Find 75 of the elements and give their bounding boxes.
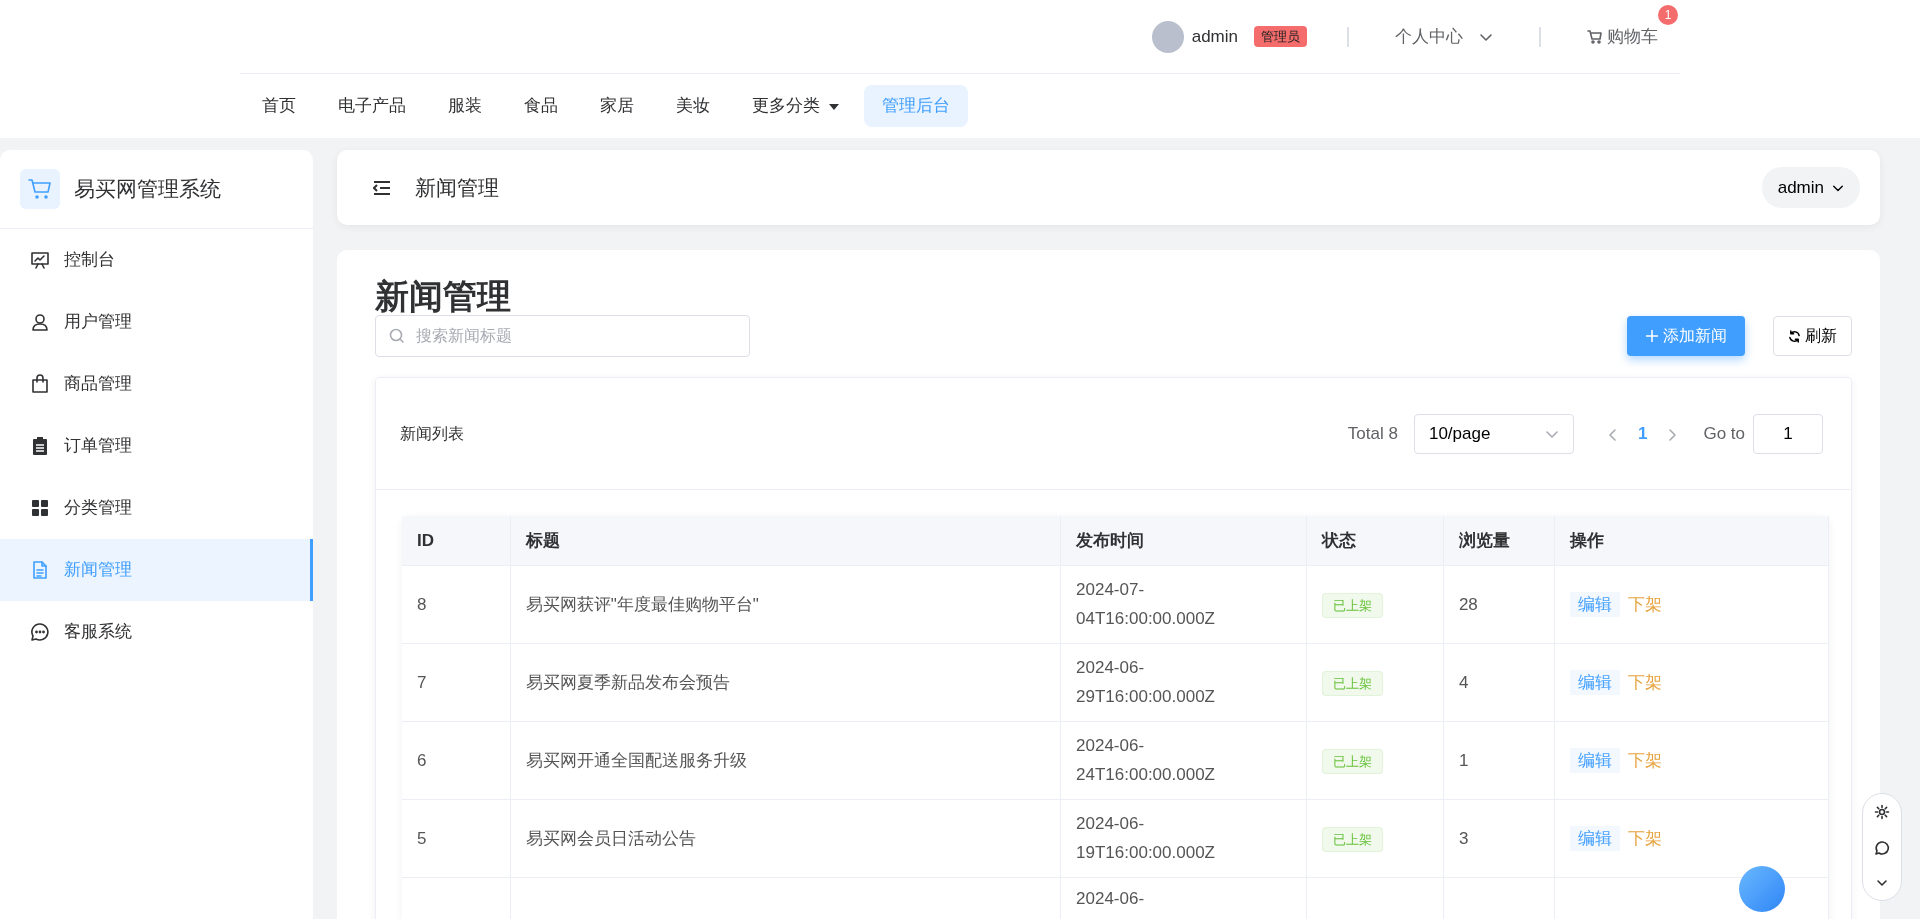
avatar — [1151, 20, 1184, 53]
sidebar-item[interactable]: 商品管理 — [0, 353, 313, 415]
table-cell: 5 — [417, 828, 427, 848]
refresh-button[interactable]: 刷新 — [1773, 316, 1852, 357]
sidebar-item[interactable]: 客服系统 — [0, 601, 313, 663]
user-dropdown[interactable]: admin — [1761, 166, 1860, 209]
page-title: 新闻管理 — [375, 278, 512, 316]
chat-bubble-icon[interactable] — [1874, 840, 1890, 856]
header-title: 新闻管理 — [415, 174, 499, 201]
nav-link[interactable]: 电子产品 — [320, 85, 424, 127]
nav-link[interactable]: 美妆 — [658, 85, 728, 127]
table-cell: 28 — [1458, 594, 1478, 614]
goto-label: Go to — [1703, 423, 1745, 446]
app-title: 易买网管理系统 — [74, 176, 221, 203]
total-count: Total 8 — [1347, 423, 1398, 446]
sidebar-item[interactable]: 控制台 — [0, 229, 313, 291]
status-tag: 已上架 — [1322, 592, 1384, 618]
chevron-right-icon — [1667, 428, 1678, 441]
table-cell: 易买网夏季新品发布会预告 — [525, 672, 730, 692]
status-tag: 已上架 — [1322, 670, 1384, 696]
page-size-select[interactable]: 10/page — [1413, 413, 1574, 454]
nav-link[interactable]: 食品 — [506, 85, 576, 127]
column-header: 发布时间 — [1076, 530, 1145, 550]
shopping-bag-icon — [30, 374, 50, 394]
search-field[interactable]: 搜索新闻标题 — [375, 315, 750, 358]
table-cell-text: 2024-06-24T16:00:00.000Z — [1076, 734, 1216, 787]
presentation-chart-icon — [30, 250, 50, 270]
column-header: 浏览量 — [1458, 530, 1510, 550]
table-cell: 6 — [417, 750, 427, 770]
table-cell: 1 — [1458, 750, 1469, 770]
column-header: 标题 — [525, 530, 560, 550]
cart-count-badge: 1 — [1658, 4, 1678, 25]
sidebar-item[interactable]: 订单管理 — [0, 415, 313, 477]
table-cell: 易买网获评"年度最佳购物平台" — [525, 594, 759, 614]
search-icon — [389, 328, 405, 345]
cart-icon — [1587, 28, 1603, 45]
nav-dropdown[interactable]: 更多分类 — [734, 85, 858, 127]
nav-link[interactable]: 首页 — [244, 85, 314, 127]
column-header: 状态 — [1322, 530, 1357, 550]
user-icon — [30, 312, 50, 332]
status-tag: 已上架 — [1322, 826, 1384, 852]
table-cell-text: 2024-06-29T16:00:00.000Z — [1076, 656, 1216, 709]
username: admin — [1191, 25, 1238, 48]
chat-bubble-icon — [30, 622, 50, 642]
status-tag: 已上架 — [1322, 748, 1384, 774]
goto-page-field[interactable]: 1 — [1753, 413, 1823, 454]
table-cell-text: 2024-07-04T16:00:00.000Z — [1076, 578, 1216, 631]
table-cell: 4 — [1458, 672, 1469, 692]
role-badge: 管理员 — [1254, 25, 1307, 48]
menu-icon[interactable] — [373, 180, 391, 195]
chevron-left-icon — [1607, 428, 1618, 441]
refresh-icon — [1788, 329, 1801, 343]
table-cell-text: 2024-06- — [1076, 887, 1146, 910]
caret-icon — [828, 102, 840, 111]
table-cell: 3 — [1458, 828, 1469, 848]
nav-link[interactable]: 家居 — [582, 85, 652, 127]
settings-icon[interactable] — [1874, 804, 1890, 820]
document-icon — [30, 560, 50, 580]
grid-icon — [30, 498, 50, 518]
sidebar-item[interactable]: 分类管理 — [0, 477, 313, 539]
cart-link[interactable]: 购物车 — [1581, 22, 1664, 51]
clipboard-icon — [30, 436, 50, 456]
column-header: 操作 — [1570, 530, 1605, 550]
cart-logo-icon — [20, 169, 60, 209]
personal-center-dropdown[interactable]: 个人中心 — [1389, 22, 1499, 51]
nav-link[interactable]: 服装 — [430, 85, 500, 127]
column-header: ID — [417, 530, 434, 550]
table-cell: 易买网开通全国配送服务升级 — [525, 750, 747, 770]
table-cell-text: 2024-06-19T16:00:00.000Z — [1076, 812, 1216, 865]
table-cell: 7 — [417, 672, 427, 692]
plus-icon — [1645, 329, 1659, 344]
table-cell: 易买网会员日活动公告 — [525, 828, 696, 848]
table-cell: 8 — [417, 594, 427, 614]
list-title: 新闻列表 — [400, 423, 464, 444]
sidebar-item[interactable]: 用户管理 — [0, 291, 313, 353]
